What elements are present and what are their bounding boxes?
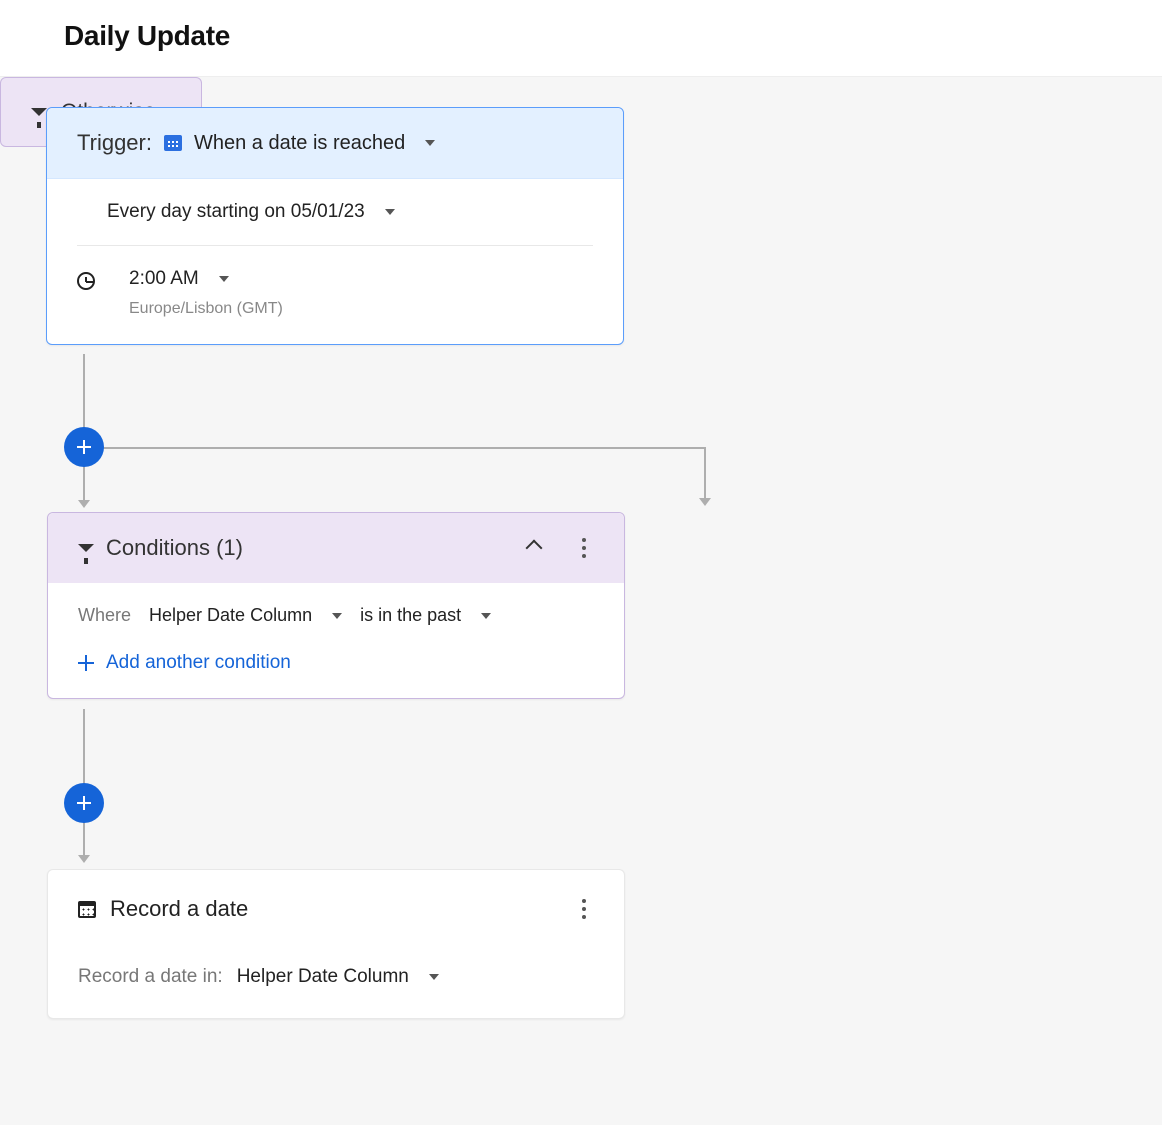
conditions-more-menu[interactable] — [574, 538, 594, 558]
plus-icon — [77, 796, 91, 810]
filter-icon — [78, 544, 94, 552]
chevron-down-icon — [332, 613, 342, 619]
connector-line — [83, 709, 85, 788]
connector-line — [83, 462, 85, 502]
trigger-type-value: When a date is reached — [194, 132, 405, 155]
conditions-card-header: Conditions (1) — [48, 513, 624, 583]
time-dropdown[interactable]: 2:00 AM — [129, 268, 283, 290]
record-title: Record a date — [110, 896, 560, 922]
filter-icon — [31, 108, 47, 116]
automation-canvas: Trigger: When a date is reached Every da… — [0, 77, 1162, 1125]
connector-line — [83, 354, 85, 432]
arrow-down-icon — [78, 855, 90, 863]
record-card-header: Record a date — [78, 896, 594, 922]
calendar-icon — [78, 901, 96, 918]
record-field-dropdown[interactable]: Helper Date Column — [237, 966, 439, 988]
record-in-label: Record a date in: — [78, 966, 223, 988]
clock-icon — [77, 272, 95, 290]
conditions-card[interactable]: Conditions (1) Where Helper Date Column … — [47, 512, 625, 699]
plus-icon — [78, 655, 94, 671]
calendar-grid-icon — [164, 135, 182, 151]
chevron-down-icon — [425, 140, 435, 146]
chevron-down-icon — [385, 209, 395, 215]
arrow-down-icon — [699, 498, 711, 506]
add-condition-button[interactable]: Add another condition — [78, 652, 594, 674]
trigger-card[interactable]: Trigger: When a date is reached Every da… — [46, 107, 624, 345]
connector-line — [83, 818, 85, 857]
condition-field-dropdown[interactable]: Helper Date Column — [149, 605, 342, 626]
schedule-text: Every day starting on 05/01/23 — [107, 201, 365, 223]
plus-icon — [77, 440, 91, 454]
collapse-toggle[interactable] — [526, 540, 543, 557]
trigger-card-header: Trigger: When a date is reached — [47, 108, 623, 179]
add-step-button[interactable] — [64, 427, 104, 467]
conditions-title: Conditions (1) — [106, 535, 516, 561]
where-label: Where — [78, 605, 131, 626]
trigger-label: Trigger: — [77, 130, 152, 156]
time-value: 2:00 AM — [129, 268, 199, 290]
chevron-down-icon — [481, 613, 491, 619]
condition-operator-dropdown[interactable]: is in the past — [360, 605, 491, 626]
record-field-value: Helper Date Column — [237, 966, 409, 988]
add-condition-label: Add another condition — [106, 652, 291, 674]
timezone-text: Europe/Lisbon (GMT) — [129, 300, 283, 318]
trigger-type-dropdown[interactable]: When a date is reached — [194, 132, 435, 155]
record-more-menu[interactable] — [574, 899, 594, 919]
condition-row: Where Helper Date Column is in the past — [78, 605, 594, 626]
record-date-card[interactable]: Record a date Record a date in: Helper D… — [47, 869, 625, 1019]
condition-field-value: Helper Date Column — [149, 605, 312, 626]
chevron-down-icon — [429, 974, 439, 980]
condition-operator-value: is in the past — [360, 605, 461, 626]
record-card-body: Record a date in: Helper Date Column — [78, 966, 594, 988]
connector-line — [704, 447, 706, 500]
conditions-card-body: Where Helper Date Column is in the past … — [48, 583, 624, 698]
trigger-card-body: Every day starting on 05/01/23 2:00 AM E… — [47, 179, 623, 344]
page-header: Daily Update — [0, 0, 1162, 77]
schedule-dropdown[interactable]: Every day starting on 05/01/23 — [107, 201, 395, 223]
add-step-button[interactable] — [64, 783, 104, 823]
connector-line — [84, 447, 704, 449]
chevron-down-icon — [219, 276, 229, 282]
page-title: Daily Update — [64, 20, 1098, 52]
arrow-down-icon — [78, 500, 90, 508]
